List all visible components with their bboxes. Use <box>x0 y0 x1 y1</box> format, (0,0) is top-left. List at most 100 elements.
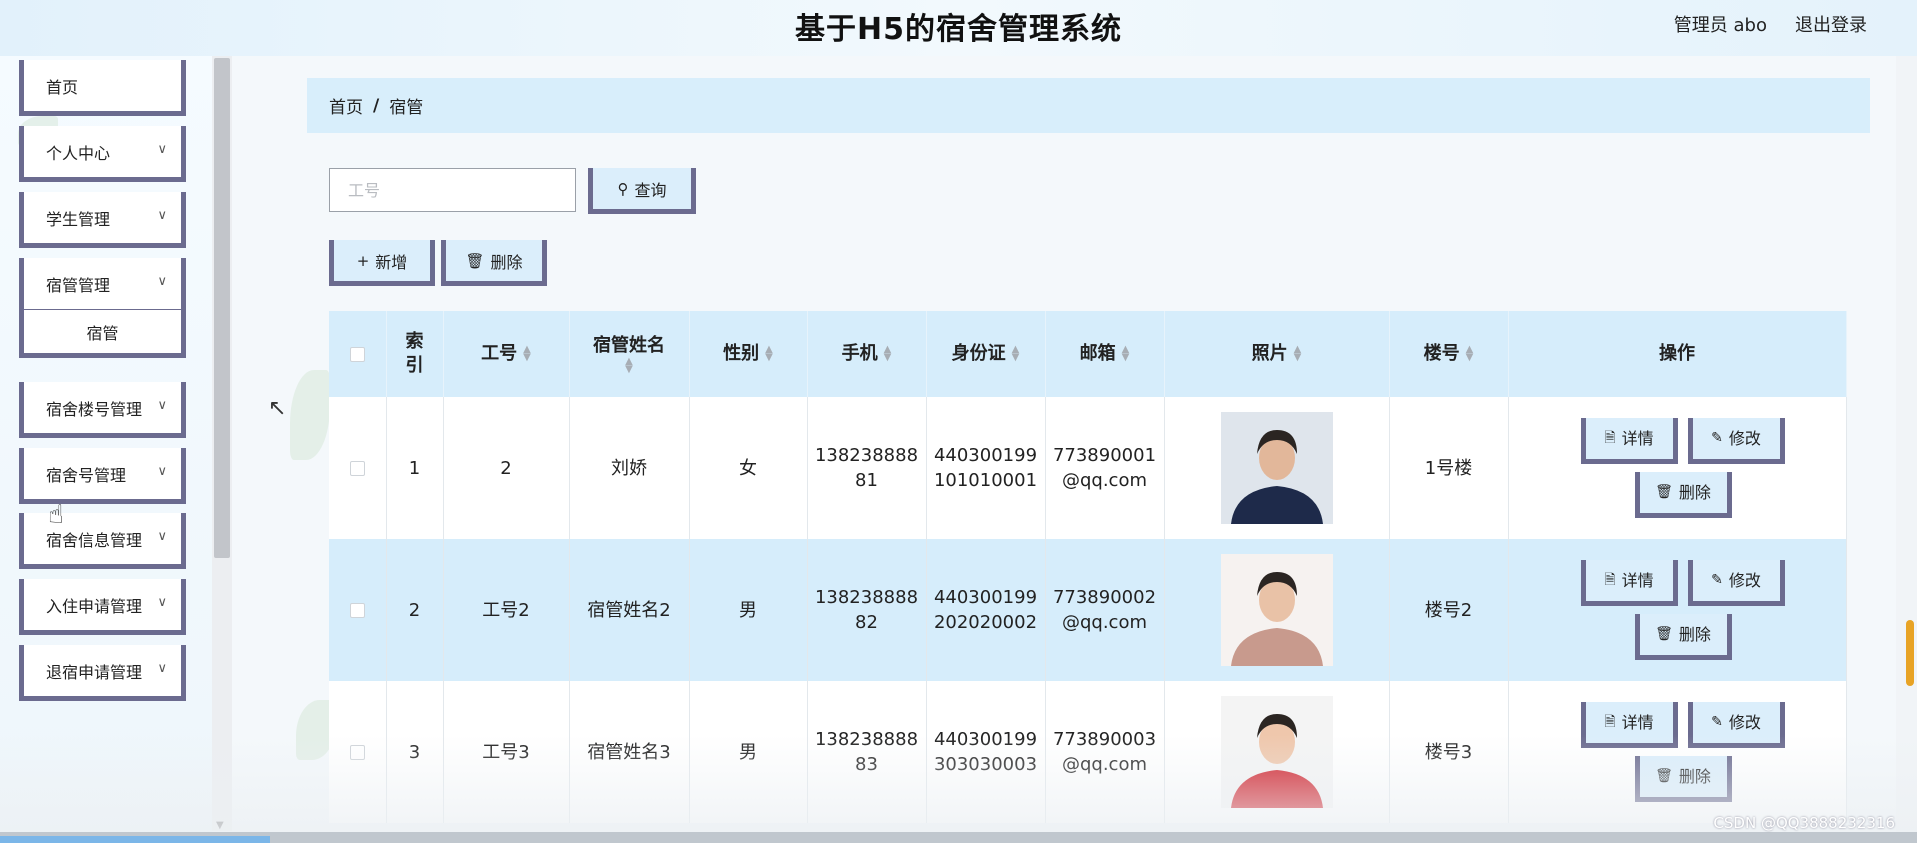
bottom-progress-fill <box>0 836 270 843</box>
sidebar-item-label: 入住申请管理 <box>46 596 143 616</box>
cell-name: 宿管姓名2 <box>569 539 690 681</box>
chevron-down-icon: ∨ <box>157 208 167 223</box>
sidebar-item-label: 首页 <box>46 77 79 97</box>
row-checkbox[interactable] <box>349 603 365 618</box>
batch-delete-button[interactable]: 🗑 删除 <box>441 240 547 286</box>
sort-icon[interactable]: ▲ ▼ <box>765 345 773 363</box>
sidebar-item-label: 宿舍号管理 <box>46 465 127 485</box>
sidebar-item-4[interactable]: 宿管管理 ∨ <box>19 258 186 314</box>
profile-photo[interactable] <box>1220 412 1333 524</box>
col-email-label: 邮箱 <box>1079 343 1116 364</box>
col-id-card-label: 身份证 <box>951 343 1006 364</box>
add-button[interactable]: + 新增 <box>329 240 435 286</box>
sort-icon[interactable]: ▲ ▼ <box>884 345 892 363</box>
table-row: 2 工号2 宿管姓名2 男 13823888882 44030019920202… <box>329 539 1847 681</box>
sidebar-item-label: 宿舍信息管理 <box>46 530 143 550</box>
delete-button-label: 删除 <box>1678 767 1711 786</box>
app-title: 基于H5的宿舍管理系统 <box>795 12 1122 47</box>
edit-button[interactable]: ✎ 修改 <box>1687 418 1785 464</box>
sidebar-item-9[interactable]: 入住申请管理 ∨ <box>19 579 186 635</box>
col-id-card[interactable]: 身份证 ▲ ▼ <box>926 311 1046 397</box>
chevron-down-icon: ∨ <box>157 398 167 413</box>
col-job-no-label: 工号 <box>481 343 518 364</box>
col-gender[interactable]: 性别 ▲ ▼ <box>689 311 808 397</box>
col-phone-label: 手机 <box>841 343 878 364</box>
col-building-label: 楼号 <box>1423 343 1460 364</box>
sidebar-item-10[interactable]: 退宿申请管理 ∨ <box>19 645 186 701</box>
col-phone[interactable]: 手机 ▲ ▼ <box>807 311 927 397</box>
batch-delete-label: 删除 <box>490 252 523 272</box>
pencil-icon: ✎ <box>1711 572 1723 588</box>
watermark: CSDN @QQ3888232316 <box>1713 814 1895 832</box>
cell-name: 刘娇 <box>569 397 690 539</box>
edit-button[interactable]: ✎ 修改 <box>1687 702 1785 748</box>
page-scrollbar-thumb[interactable] <box>1906 620 1914 686</box>
trash-icon: 🗑 <box>465 251 485 270</box>
cell-job-no: 工号2 <box>443 539 570 681</box>
sidebar-item-6[interactable]: 宿舍楼号管理 ∨ <box>19 382 186 438</box>
page-scrollbar-track[interactable] <box>1896 56 1917 832</box>
cell-building: 1号楼 <box>1389 397 1509 539</box>
breadcrumb-current: 宿管 <box>389 98 424 118</box>
sort-icon[interactable]: ▲ ▼ <box>1294 345 1302 363</box>
cell-id-card: 440300199202020002 <box>926 539 1046 681</box>
detail-button-label: 详情 <box>1621 429 1654 448</box>
logout-link[interactable]: 退出登录 <box>1795 11 1867 37</box>
chevron-down-icon: ∨ <box>157 464 167 479</box>
sort-icon[interactable]: ▲ ▼ <box>1466 345 1474 363</box>
top-header: 基于H5的宿舍管理系统 管理员 abo 退出登录 <box>0 0 1917 56</box>
col-job-no[interactable]: 工号 ▲ ▼ <box>443 311 570 397</box>
cell-email: 773890001@qq.com <box>1045 397 1165 539</box>
col-email[interactable]: 邮箱 ▲ ▼ <box>1045 311 1165 397</box>
select-all-header <box>329 311 387 397</box>
breadcrumb-separator: / <box>373 95 380 116</box>
sidebar-item-1[interactable]: 首页 <box>19 60 186 116</box>
cell-photo <box>1164 539 1390 681</box>
cell-phone: 13823888883 <box>807 681 927 823</box>
detail-button-label: 详情 <box>1621 713 1654 732</box>
sort-icon[interactable]: ▲ ▼ <box>1122 345 1130 363</box>
delete-button[interactable]: 🗑 删除 <box>1634 756 1732 802</box>
delete-button[interactable]: 🗑 删除 <box>1634 472 1732 518</box>
sort-icon[interactable]: ▲ ▼ <box>574 357 685 375</box>
profile-photo[interactable] <box>1220 554 1333 666</box>
edit-button[interactable]: ✎ 修改 <box>1687 560 1785 606</box>
delete-button[interactable]: 🗑 删除 <box>1634 614 1732 660</box>
sidebar-item-label: 个人中心 <box>46 143 111 163</box>
sidebar-item-5[interactable]: 宿管 <box>19 310 186 358</box>
select-all-checkbox[interactable] <box>349 346 365 362</box>
add-button-label: 新增 <box>375 252 408 272</box>
row-checkbox[interactable] <box>349 745 365 760</box>
sort-icon[interactable]: ▲ ▼ <box>1012 345 1020 363</box>
table-header-row: 索引 工号 ▲ ▼ 宿管姓名 ▲ ▼ 性别 ▲ ▼ 手机 ▲ ▼ 身份证 ▲ ▼ 邮箱 ▲ ▼ 照片 ▲ ▼… <box>329 311 1847 397</box>
profile-photo[interactable] <box>1220 696 1333 808</box>
chevron-down-icon: ∨ <box>157 142 167 157</box>
col-name[interactable]: 宿管姓名 ▲ ▼ <box>569 311 690 397</box>
col-photo[interactable]: 照片 ▲ ▼ <box>1164 311 1390 397</box>
chevron-down-icon: ∨ <box>157 661 167 676</box>
col-ops-label: 操作 <box>1659 343 1695 364</box>
sidebar-item-3[interactable]: 学生管理 ∨ <box>19 192 186 248</box>
detail-button[interactable]: 🗎 详情 <box>1580 560 1678 606</box>
col-building[interactable]: 楼号 ▲ ▼ <box>1389 311 1509 397</box>
cell-gender: 女 <box>689 397 808 539</box>
cell-phone: 13823888881 <box>807 397 927 539</box>
cell-id-card: 440300199101010001 <box>926 397 1046 539</box>
search-button-label: 查询 <box>634 180 667 200</box>
col-ops: 操作 <box>1508 311 1847 397</box>
search-button[interactable]: ⚲ 查询 <box>588 168 696 214</box>
sidebar-item-label: 退宿申请管理 <box>46 662 143 682</box>
sidebar-scrollbar-thumb[interactable] <box>214 58 230 558</box>
sidebar-item-8[interactable]: 宿舍信息管理 ∨ <box>19 513 186 569</box>
sidebar: 首页 个人中心 ∨ 学生管理 ∨ 宿管管理 ∨ 宿管 宿舍楼号管理 ∨ 宿舍号管理 ∨ 宿舍信息管理 ∨ 入… <box>0 56 212 843</box>
scroll-down-icon[interactable]: ▼ <box>216 820 224 831</box>
sort-icon[interactable]: ▲ ▼ <box>523 345 531 363</box>
job-number-search-input[interactable] <box>329 168 576 212</box>
sidebar-item-2[interactable]: 个人中心 ∨ <box>19 126 186 182</box>
detail-button[interactable]: 🗎 详情 <box>1580 418 1678 464</box>
detail-button-label: 详情 <box>1621 571 1654 590</box>
detail-button[interactable]: 🗎 详情 <box>1580 702 1678 748</box>
row-checkbox[interactable] <box>349 461 365 476</box>
breadcrumb-home[interactable]: 首页 <box>329 93 363 118</box>
sidebar-item-7[interactable]: 宿舍号管理 ∨ <box>19 448 186 504</box>
